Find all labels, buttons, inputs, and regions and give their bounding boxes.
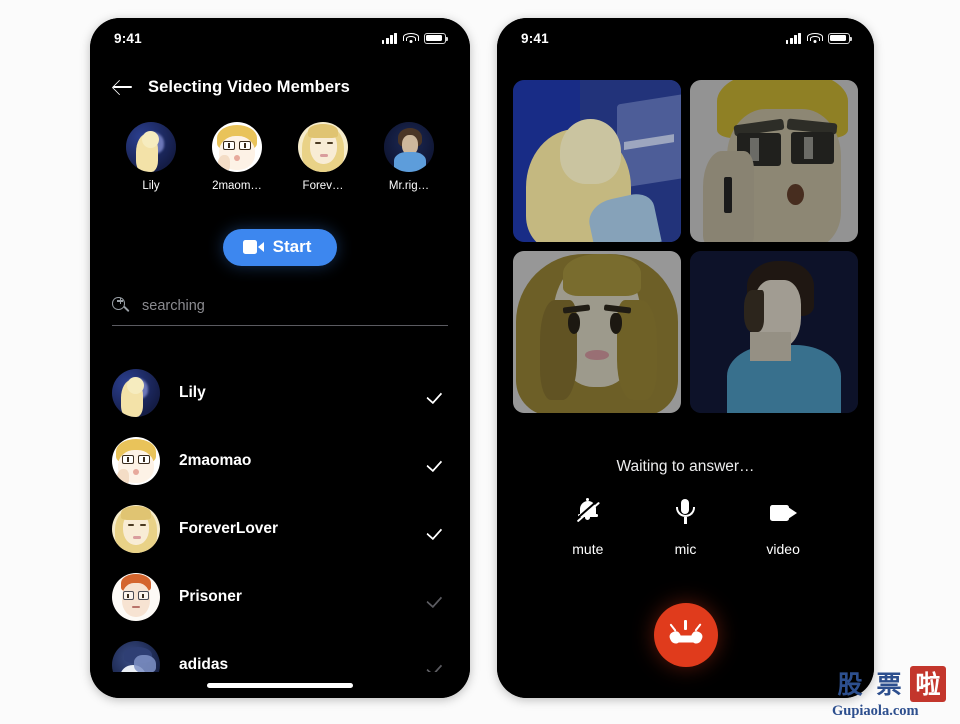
wifi-icon [402,32,419,44]
search-input[interactable] [140,297,448,315]
hang-up-button[interactable] [653,603,718,667]
status-time: 9:41 [521,30,549,46]
selected-member-name: Mr.rig… [388,180,430,192]
status-time: 9:41 [114,30,142,46]
selected-member-chip[interactable]: 2maom… [202,122,272,192]
maomao-avatar [212,122,262,172]
list-item[interactable]: Prisoner [112,563,448,631]
blonde-man-sunglasses [690,80,858,242]
search-underline [112,325,448,326]
mic-button[interactable]: mic [653,496,717,557]
adidas-avatar [112,641,160,672]
cellular-bars-icon [785,32,801,44]
back-arrow-icon[interactable] [112,76,134,98]
video-label: video [766,541,800,557]
prisoner-avatar [112,573,160,621]
long-hair-woman-grey [513,251,681,413]
start-button-row: Start [90,229,470,266]
screenshot-stage: 9:41 Selecting Video Members Lily 2maom…… [0,0,960,724]
watermark-url: Gupiaola.com [832,703,919,719]
bell-off-icon [572,496,604,528]
video-tile[interactable] [690,80,858,242]
contact-name: ForeverLover [179,520,279,537]
contact-name: adidas [179,656,229,672]
contact-name: Prisoner [179,588,242,605]
video-grid [513,80,858,413]
status-icons [381,32,449,44]
checkmark-icon[interactable] [428,519,448,539]
left-screen: 9:41 Selecting Video Members Lily 2maom…… [90,18,470,698]
search-area [112,297,448,326]
list-item[interactable]: adidas [112,631,448,672]
page-title: Selecting Video Members [148,77,350,96]
video-button[interactable]: video [751,496,815,557]
lily-avatar [112,369,160,417]
mrright-avatar [384,122,434,172]
video-tile[interactable] [513,251,681,413]
right-screen: 9:41 Waiting to answer… mute mic video [497,18,874,698]
hangup-row [497,603,874,667]
checkmark-icon[interactable] [428,587,448,607]
video-tile[interactable] [513,80,681,242]
home-indicator[interactable] [207,683,353,688]
mic-label: mic [674,541,697,557]
maomao-avatar [112,437,160,485]
video-tile[interactable] [690,251,858,413]
contact-name: Lily [179,384,206,401]
selected-member-name: Lily [142,180,160,192]
selected-member-chip[interactable]: Forev… [288,122,358,192]
list-item[interactable]: ForeverLover [112,495,448,563]
lily-avatar [126,122,176,172]
selected-member-chip[interactable]: Mr.rig… [374,122,444,192]
contact-list[interactable]: Lily 2maomao ForeverLover Prisoner adida… [90,359,470,672]
ring-rays-icon [668,619,703,632]
start-button[interactable]: Start [222,229,338,266]
right-status-bar: 9:41 [497,18,874,58]
wifi-icon [806,32,823,44]
mute-button[interactable]: mute [556,496,620,557]
left-nav-bar: Selecting Video Members [112,76,448,98]
video-camera-icon [767,496,799,528]
microphone-icon [669,496,701,528]
checkmark-icon[interactable] [428,655,448,672]
phone-left: 9:41 Selecting Video Members Lily 2maom…… [90,18,470,698]
selected-members-row: Lily 2maom… Forev… Mr.rig… [90,122,470,192]
foreverlover-avatar [112,505,160,553]
foreverlover-avatar [298,122,348,172]
video-camera-icon [242,240,264,254]
search-zoom-in-icon [112,297,130,315]
call-status-text: Waiting to answer… [616,458,755,475]
battery-icon [424,32,449,44]
checkmark-icon[interactable] [428,383,448,403]
mute-label: mute [572,541,604,557]
blonde-woman-blue-room [513,80,681,242]
watermark-chars: 股 票 啦 [832,666,954,702]
checkmark-icon[interactable] [428,451,448,471]
watermark-char: 股 [837,669,863,699]
hang-up-phone-icon [667,629,704,645]
status-icons [785,32,853,44]
left-status-bar: 9:41 [90,18,470,58]
selected-member-name: 2maom… [212,180,262,192]
watermark-char: 票 [876,669,902,699]
list-item[interactable]: 2maomao [112,427,448,495]
dark-hair-man-blue-shirt [690,251,858,413]
list-item[interactable]: Lily [112,359,448,427]
selected-member-name: Forev… [302,180,344,192]
battery-icon [828,32,853,44]
watermark: 股 票 啦 Gupiaola.com [832,666,954,720]
contact-name: 2maomao [179,452,252,469]
start-button-label: Start [272,237,312,256]
selected-member-chip[interactable]: Lily [116,122,186,192]
phone-right: 9:41 Waiting to answer… mute mic video [497,18,874,698]
watermark-char: 啦 [910,666,946,702]
cellular-bars-icon [381,32,397,44]
call-controls: mute mic video [497,496,874,557]
